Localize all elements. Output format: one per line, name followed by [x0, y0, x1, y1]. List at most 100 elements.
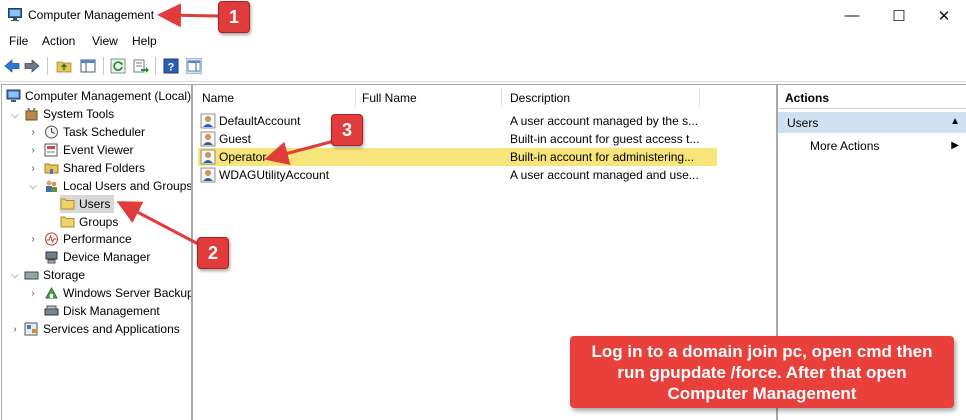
more-actions-label: More Actions [810, 139, 880, 153]
back-arrow-icon[interactable] [4, 58, 20, 74]
folder-icon [60, 216, 75, 228]
user-account-icon [200, 131, 216, 147]
expand-chevron-icon[interactable]: › [28, 289, 38, 299]
tree-node-windows-server-backup[interactable]: Windows Server Backup [44, 284, 192, 302]
tree-node-local-users-groups[interactable]: Local Users and Groups [44, 177, 192, 195]
toolbar-separator [103, 57, 104, 75]
tree-label-services-apps: Services and Applications [43, 322, 180, 336]
title-bar: Computer Management — ☐ ✕ [0, 0, 966, 31]
tree-node-device-manager[interactable]: Device Manager [44, 248, 150, 266]
step-badge-2: 2 [197, 237, 229, 269]
table-row[interactable]: WDAGUtilityAccount A user account manage… [198, 166, 717, 184]
help-icon[interactable]: ? [163, 58, 179, 74]
shared-folder-icon [44, 163, 59, 174]
tree-label-windows-server-backup: Windows Server Backup [63, 286, 192, 300]
tree-label-task-scheduler: Task Scheduler [63, 125, 146, 139]
export-list-icon[interactable] [133, 58, 149, 74]
expand-chevron-icon[interactable]: › [28, 164, 38, 174]
tree-label-local-users-groups: Local Users and Groups [63, 179, 192, 193]
expand-chevron-icon[interactable]: › [28, 146, 38, 156]
services-applications-icon [24, 322, 38, 336]
forward-arrow-icon[interactable] [24, 58, 40, 74]
show-hide-tree-icon[interactable] [80, 58, 96, 74]
collapse-chevron-icon[interactable]: ⌵ [10, 271, 20, 281]
refresh-icon[interactable] [110, 58, 126, 74]
user-description: A user account managed by the s... [510, 114, 699, 128]
expand-chevron-icon[interactable]: › [28, 128, 38, 138]
user-account-icon [200, 167, 216, 183]
tree-node-root[interactable]: Computer Management (Local) [6, 87, 191, 105]
close-button[interactable]: ✕ [921, 0, 966, 31]
expand-chevron-icon[interactable]: › [28, 235, 38, 245]
backup-icon [45, 286, 58, 299]
folder-icon [60, 198, 75, 210]
column-divider[interactable] [699, 88, 700, 108]
svg-text:?: ? [168, 62, 175, 74]
tree-label-performance: Performance [63, 232, 132, 246]
users-group-icon [46, 180, 57, 192]
menu-view[interactable]: View [92, 34, 118, 48]
console-tree: Computer Management (Local) ⌵ System Too… [1, 84, 192, 420]
column-header-full-name[interactable]: Full Name [353, 85, 503, 111]
system-tools-icon [25, 107, 38, 121]
user-name: Operator [219, 150, 267, 164]
table-row[interactable]: Guest Built-in account for guest access … [198, 130, 717, 148]
tree-node-system-tools[interactable]: System Tools [24, 105, 114, 123]
window-title: Computer Management [28, 8, 155, 22]
toolbar: ? [0, 52, 966, 82]
tree-label-event-viewer: Event Viewer [63, 143, 134, 157]
tree-node-groups[interactable]: Groups [60, 213, 118, 231]
actions-section-users[interactable]: Users ▲ [778, 112, 966, 133]
table-row[interactable]: DefaultAccount A user account managed by… [198, 112, 717, 130]
collapse-chevron-icon[interactable]: ⌵ [10, 111, 20, 121]
user-name: WDAGUtilityAccount [219, 168, 330, 182]
user-account-icon [200, 113, 216, 129]
event-viewer-icon [44, 143, 58, 157]
tree-node-users[interactable]: Users [60, 195, 115, 213]
tree-label-disk-management: Disk Management [63, 304, 160, 318]
show-hide-action-pane-icon[interactable] [186, 58, 202, 74]
table-row-selected[interactable]: Operator Built-in account for administer… [198, 148, 717, 166]
collapse-chevron-icon[interactable]: ⌵ [28, 182, 38, 192]
user-account-icon [200, 149, 216, 165]
instruction-note: Log in to a domain join pc, open cmd the… [570, 336, 954, 408]
actions-section-label: Users [787, 116, 819, 130]
step-badge-1: 1 [218, 1, 250, 33]
step-badge-3: 3 [331, 114, 363, 146]
user-description: Built-in account for administering... [510, 150, 695, 164]
computer-management-icon [6, 89, 21, 102]
computer-management-icon [8, 8, 22, 21]
tree-label-root: Computer Management (Local) [25, 89, 192, 103]
menu-file[interactable]: File [9, 34, 28, 48]
menu-help[interactable]: Help [132, 34, 157, 48]
collapse-triangle-icon[interactable]: ▲ [950, 116, 960, 127]
disk-management-icon [44, 305, 59, 316]
toolbar-separator [47, 57, 48, 75]
performance-icon [45, 232, 58, 246]
column-header-name[interactable]: Name [193, 85, 355, 111]
tree-label-system-tools: System Tools [43, 107, 115, 121]
tree-node-event-viewer[interactable]: Event Viewer [44, 141, 133, 159]
tree-node-task-scheduler[interactable]: Task Scheduler [44, 123, 145, 141]
tree-label-device-manager: Device Manager [63, 250, 151, 264]
toolbar-separator [155, 57, 156, 75]
menu-action[interactable]: Action [42, 34, 75, 48]
tree-label-shared-folders: Shared Folders [63, 161, 146, 175]
menu-bar: File Action View Help [0, 31, 966, 52]
more-actions-item[interactable]: More Actions [810, 139, 879, 153]
user-description: Built-in account for guest access t... [510, 132, 700, 146]
device-manager-icon [45, 251, 58, 264]
up-folder-icon[interactable] [56, 58, 72, 74]
tree-node-performance[interactable]: Performance [44, 230, 132, 248]
tree-node-services-apps[interactable]: Services and Applications [24, 320, 180, 338]
submenu-arrow-icon[interactable]: ▶ [951, 140, 959, 151]
tree-node-shared-folders[interactable]: Shared Folders [44, 159, 145, 177]
tree-label-storage: Storage [43, 268, 86, 282]
tree-node-disk-management[interactable]: Disk Management [44, 302, 160, 320]
maximize-button[interactable]: ☐ [876, 0, 922, 31]
tree-node-storage[interactable]: Storage [24, 266, 85, 284]
clock-icon [45, 125, 58, 139]
minimize-button[interactable]: — [829, 0, 875, 31]
expand-chevron-icon[interactable]: › [10, 325, 20, 335]
column-header-description[interactable]: Description [501, 85, 701, 111]
